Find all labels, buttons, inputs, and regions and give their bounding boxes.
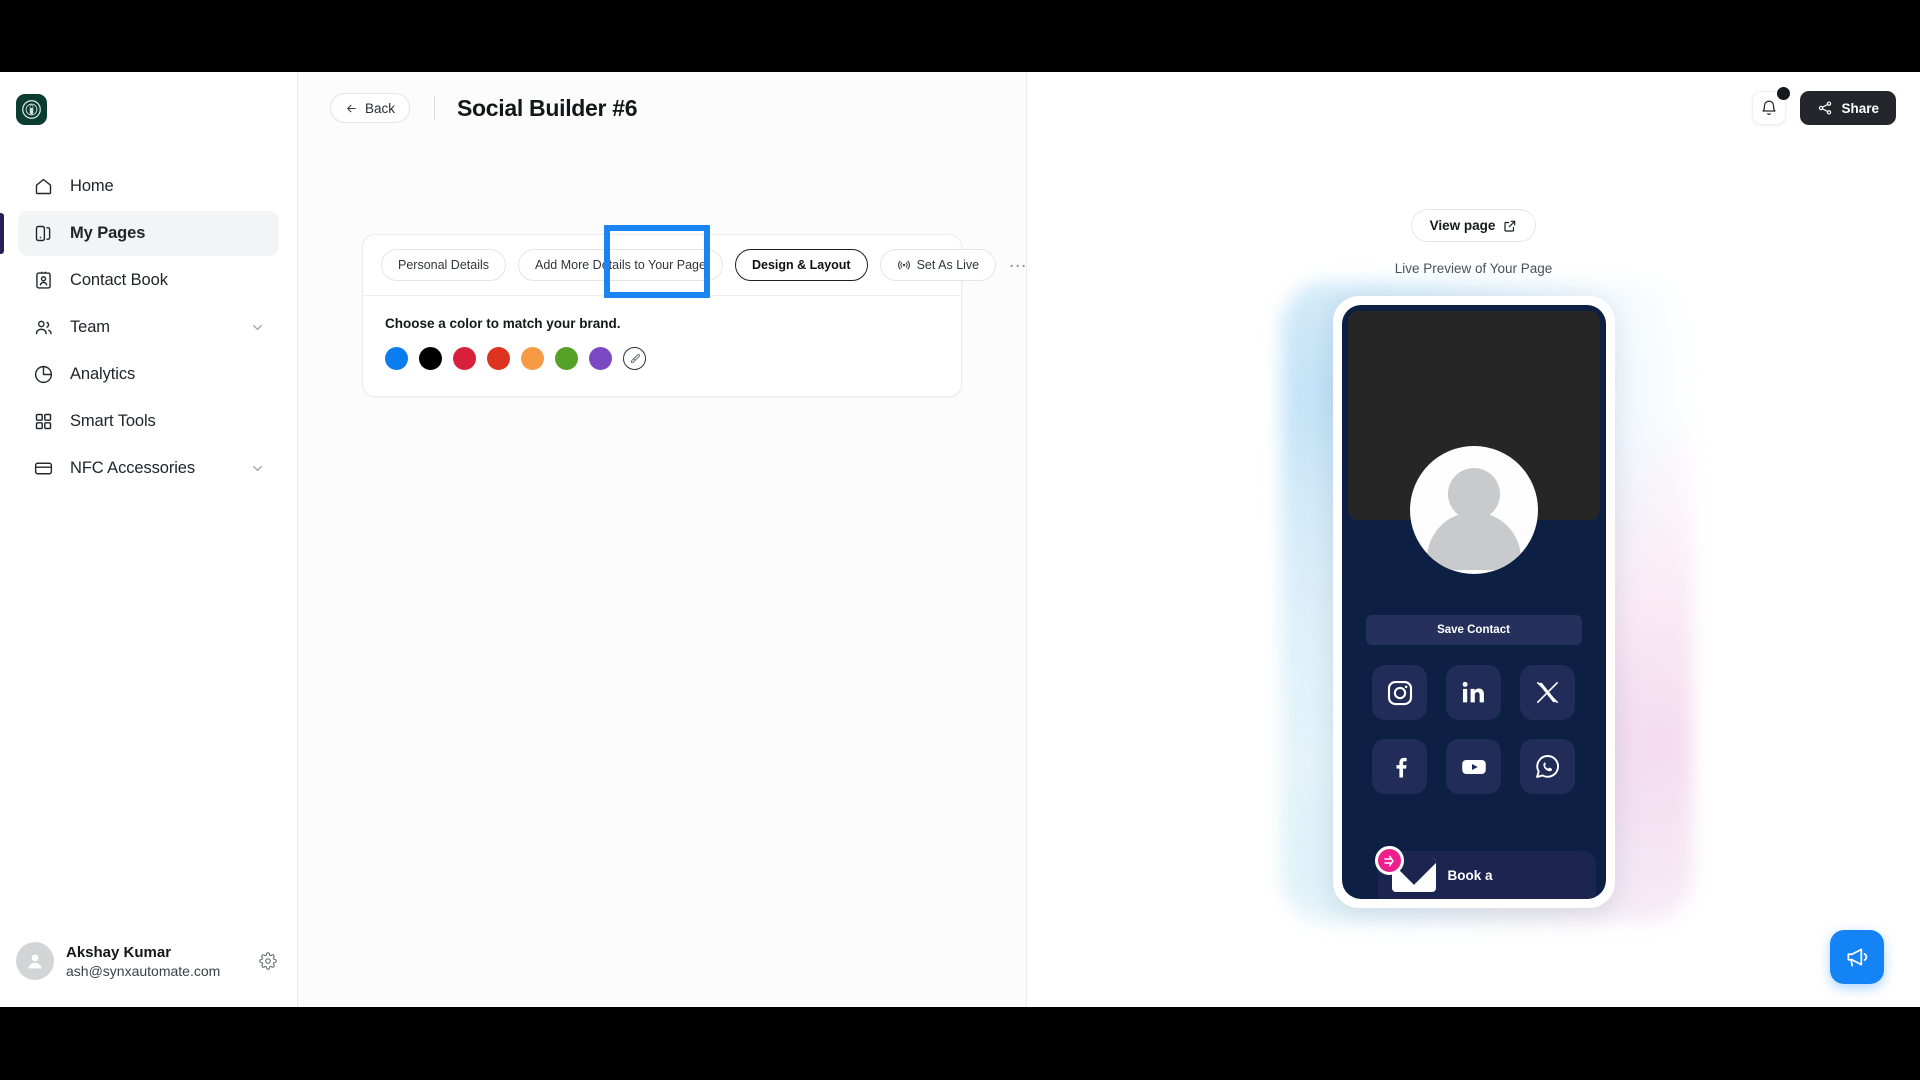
facebook-icon[interactable] <box>1372 739 1427 794</box>
phone-screen: Save Contact Book a <box>1341 305 1606 899</box>
analytics-pie-icon <box>32 364 54 386</box>
sidebar-item-label: NFC Accessories <box>70 459 196 477</box>
color-swatch-green[interactable] <box>555 347 578 370</box>
sidebar-item-label: Smart Tools <box>70 412 156 430</box>
team-icon <box>32 317 54 339</box>
arrow-left-icon <box>345 102 358 115</box>
sidebar-item-my-pages[interactable]: My Pages <box>0 211 279 256</box>
brand-color-heading: Choose a color to match your brand. <box>385 316 621 331</box>
sidebar-item-smart-tools[interactable]: Smart Tools <box>18 399 279 444</box>
sidebar-nav: Home My Pages Contact Book Team Analytic… <box>0 164 297 491</box>
x-twitter-icon[interactable] <box>1520 665 1575 720</box>
tab-add-more-details[interactable]: Add More Details to Your Page <box>518 249 723 281</box>
whatsapp-icon[interactable] <box>1520 739 1575 794</box>
color-swatch-purple[interactable] <box>589 347 612 370</box>
user-avatar-icon <box>16 942 54 980</box>
share-button[interactable]: Share <box>1800 91 1896 125</box>
color-swatch-red[interactable] <box>487 347 510 370</box>
sidebar-item-label: Team <box>70 318 110 336</box>
social-links-grid <box>1372 665 1575 794</box>
chevron-down-icon[interactable] <box>250 461 265 476</box>
design-panel-body: Choose a color to match your brand. <box>363 296 961 396</box>
home-icon <box>32 176 54 198</box>
phone-preview-stage: Save Contact Book a <box>1280 282 1693 922</box>
save-contact-button[interactable]: Save Contact <box>1365 615 1582 645</box>
sidebar-item-home[interactable]: Home <box>18 164 279 209</box>
builder-tabs: Personal Details Add More Details to You… <box>363 225 1027 298</box>
megaphone-icon[interactable] <box>1830 930 1884 984</box>
profile-text: Akshay Kumar ash@synxautomate.com <box>66 944 220 979</box>
share-button-label: Share <box>1841 100 1879 116</box>
design-layout-card: Personal Details Add More Details to You… <box>362 225 1027 397</box>
app-window: Home My Pages Contact Book Team Analytic… <box>0 72 1920 1007</box>
back-button[interactable]: Back <box>330 93 411 123</box>
page-topbar: Back Social Builder #6 <box>298 72 1026 144</box>
youtube-icon[interactable] <box>1446 739 1501 794</box>
sidebar-item-analytics[interactable]: Analytics <box>18 352 279 397</box>
brand-color-swatches <box>385 347 939 370</box>
starbucks-logo-icon[interactable] <box>16 94 47 125</box>
brand-logo-wrap <box>0 72 297 158</box>
page-title: Social Builder #6 <box>457 94 638 121</box>
sidebar-item-label: Contact Book <box>70 271 168 289</box>
book-meeting-label: Book a <box>1447 867 1493 883</box>
profile-avatar <box>1409 446 1538 574</box>
tab-personal-details[interactable]: Personal Details <box>381 249 507 281</box>
back-button-label: Back <box>365 100 396 116</box>
profile-email: ash@synxautomate.com <box>66 962 221 979</box>
broadcast-icon <box>897 258 911 272</box>
color-swatch-black[interactable] <box>419 347 442 370</box>
external-link-icon <box>1503 219 1517 233</box>
logo-badge-icon[interactable] <box>1374 846 1404 875</box>
sidebar-item-contact-book[interactable]: Contact Book <box>18 258 279 303</box>
main-content: Back Social Builder #6 Personal Details … <box>298 72 1027 1007</box>
color-swatch-crimson[interactable] <box>453 347 476 370</box>
chevron-down-icon[interactable] <box>250 320 265 335</box>
color-swatch-blue[interactable] <box>385 347 408 370</box>
view-page-label: View page <box>1429 218 1496 233</box>
live-preview-caption: Live Preview of Your Page <box>1394 261 1553 276</box>
contact-book-icon <box>32 270 54 292</box>
book-meeting-card[interactable]: Book a <box>1377 851 1596 899</box>
tab-label: Set As Live <box>916 258 980 272</box>
notification-dot <box>1777 87 1791 100</box>
tab-label: Add More Details to Your Page <box>535 258 706 272</box>
topbar-divider <box>434 95 436 121</box>
sidebar: Home My Pages Contact Book Team Analytic… <box>0 72 298 1007</box>
gear-icon[interactable] <box>259 952 277 970</box>
grid-icon <box>32 411 54 433</box>
sidebar-item-label: Home <box>70 177 114 195</box>
tab-label: Design & Layout <box>751 258 851 272</box>
color-swatch-orange[interactable] <box>521 347 544 370</box>
header-actions: Share <box>1027 72 1920 144</box>
sidebar-item-team[interactable]: Team <box>18 305 279 350</box>
profile-name: Akshay Kumar <box>66 943 172 961</box>
tab-design-layout[interactable]: Design & Layout <box>734 249 868 281</box>
card-icon <box>32 458 54 480</box>
tab-set-as-live[interactable]: Set As Live <box>879 249 997 281</box>
custom-color-picker[interactable] <box>623 347 646 370</box>
sidebar-item-label: Analytics <box>70 365 136 383</box>
phone-frame: Save Contact Book a <box>1332 296 1615 908</box>
live-preview-panel: Share View page Live Preview of Your Pag… <box>1026 72 1920 1007</box>
sidebar-item-label: My Pages <box>70 224 146 242</box>
share-nodes-icon <box>1817 100 1833 116</box>
notifications-wrap <box>1752 87 1791 125</box>
avatar-body <box>1426 512 1521 570</box>
pages-icon <box>32 223 54 245</box>
sidebar-item-nfc-accessories[interactable]: NFC Accessories <box>18 446 279 491</box>
linkedin-icon[interactable] <box>1446 665 1501 720</box>
instagram-icon[interactable] <box>1372 665 1427 720</box>
eyedropper-icon <box>629 353 641 365</box>
tab-label: Personal Details <box>398 258 490 272</box>
sidebar-profile[interactable]: Akshay Kumar ash@synxautomate.com <box>0 915 297 1007</box>
view-page-button[interactable]: View page <box>1410 209 1537 242</box>
builder-content-area: Personal Details Add More Details to You… <box>298 144 1027 1007</box>
